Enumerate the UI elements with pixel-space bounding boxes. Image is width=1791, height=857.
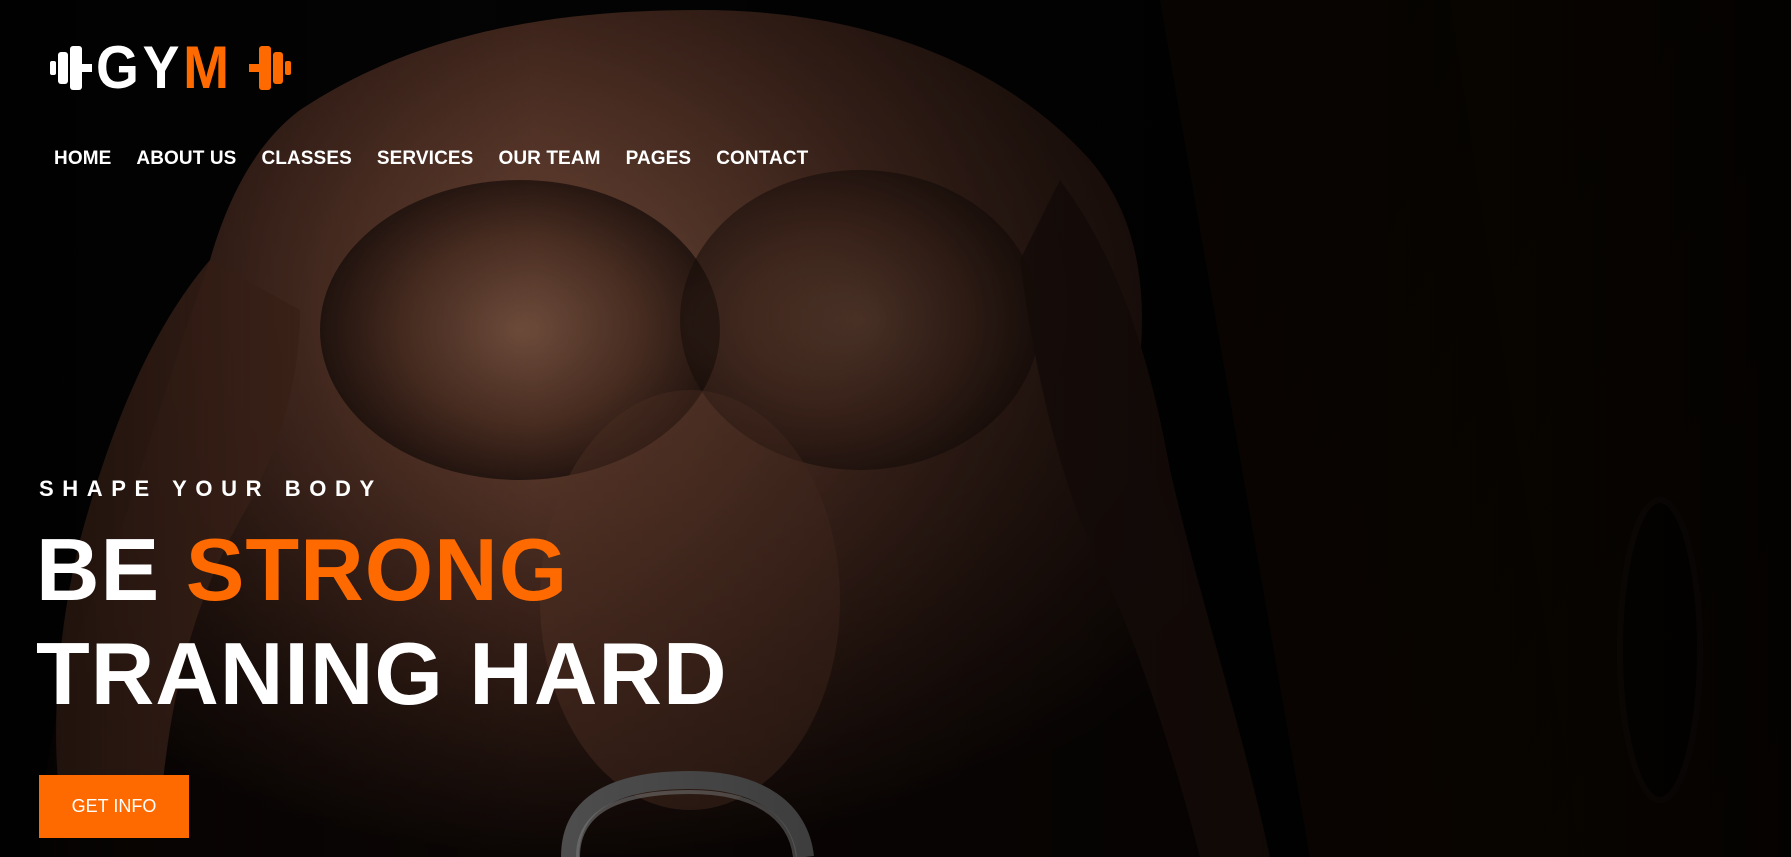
headline-strong: STRONG: [185, 520, 569, 619]
hero-tagline: SHAPE YOUR BODY: [39, 476, 383, 501]
headline-training-hard: TRANING HARD: [36, 624, 728, 723]
nav-item-services[interactable]: SERVICES: [377, 148, 474, 170]
nav-item-our-team[interactable]: OUR TEAM: [498, 148, 600, 170]
headline-be: BE: [36, 520, 161, 619]
page: GYM HOME ABOUT US CLASSES SERVICES OUR T…: [0, 0, 1791, 857]
logo-text-white: GY: [96, 34, 184, 101]
main-navigation: HOME ABOUT US CLASSES SERVICES OUR TEAM …: [54, 148, 833, 170]
logo-text-orange: M: [183, 34, 233, 101]
logo-text: GYM: [96, 38, 233, 98]
site-logo[interactable]: GYM: [50, 38, 291, 98]
nav-item-pages[interactable]: PAGES: [626, 148, 692, 170]
dumbbell-orange-icon: [248, 44, 291, 92]
hero-background-image: [0, 0, 1791, 857]
nav-item-classes[interactable]: CLASSES: [261, 148, 351, 170]
nav-item-about-us[interactable]: ABOUT US: [136, 148, 236, 170]
get-info-button[interactable]: GET INFO: [39, 775, 189, 838]
hero-headline: BE STRONG TRANING HARD: [36, 518, 728, 726]
nav-item-contact[interactable]: CONTACT: [716, 148, 808, 170]
nav-item-home[interactable]: HOME: [54, 148, 111, 170]
dumbbell-white-icon: [50, 44, 92, 92]
